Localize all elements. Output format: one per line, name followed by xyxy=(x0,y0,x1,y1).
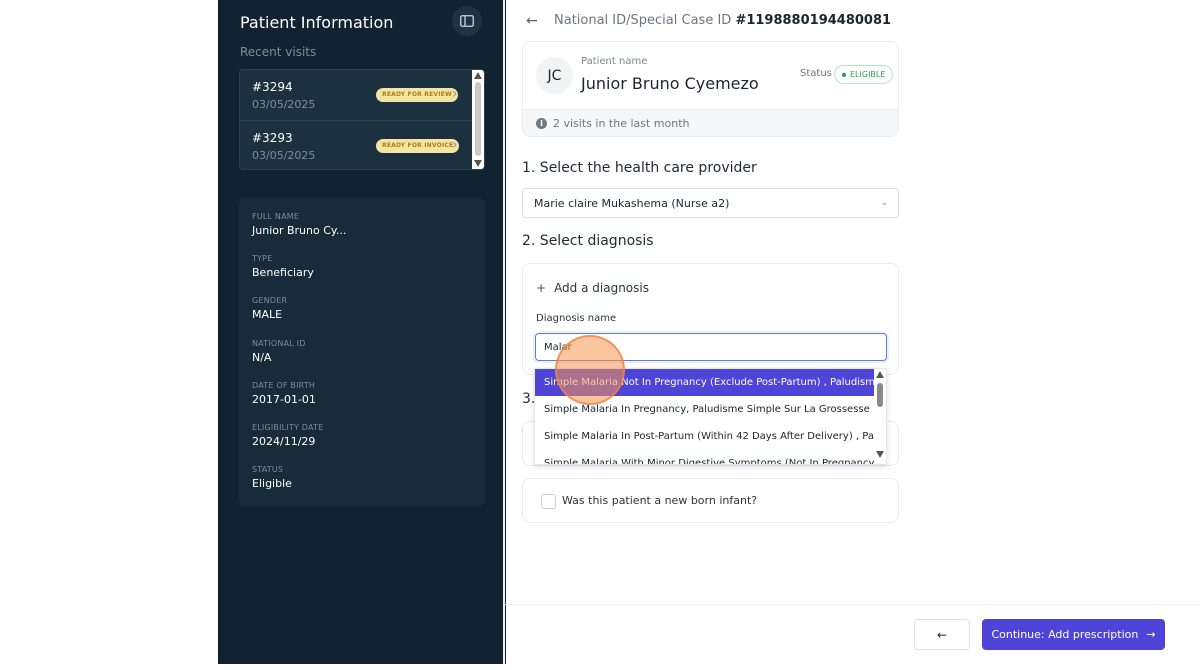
detail-value: Eligible xyxy=(252,477,292,490)
status-dot-icon xyxy=(842,72,846,77)
diagnosis-option[interactable]: Simple Malaria With Minor Digestive Symp… xyxy=(535,450,876,464)
detail-national-id: NATIONAL ID N/A xyxy=(252,339,306,364)
scroll-down-icon[interactable] xyxy=(474,160,482,167)
dropdown-scrollbar[interactable] xyxy=(874,369,886,464)
sidebar-panel-icon xyxy=(460,12,474,31)
continue-button[interactable]: Continue: Add prescription → xyxy=(982,619,1165,650)
visit-item[interactable]: #3294 03/05/2025 READY FOR REVIEW › xyxy=(240,70,472,120)
add-diagnosis-button[interactable]: + Add a diagnosis xyxy=(536,281,649,295)
diagnosis-option[interactable]: Simple Malaria Not In Pregnancy (Exclude… xyxy=(535,369,876,396)
detail-type: TYPE Beneficiary xyxy=(252,254,314,279)
visits-scrollbar[interactable] xyxy=(472,70,484,169)
scrollbar-thumb[interactable] xyxy=(475,82,481,156)
detail-value: N/A xyxy=(252,351,272,364)
diagnosis-option[interactable]: Simple Malaria In Post-Partum (Within 42… xyxy=(535,423,876,450)
sidebar-title: Patient Information xyxy=(240,13,394,32)
patient-card: JC Patient name Junior Bruno Cyemezo Sta… xyxy=(522,41,899,137)
diagnosis-option[interactable]: Simple Malaria In Pregnancy, Paludisme S… xyxy=(535,396,876,423)
detail-label: FULL NAME xyxy=(252,212,300,221)
visit-status-badge: READY FOR REVIEW xyxy=(376,88,458,102)
diagnosis-name-label: Diagnosis name xyxy=(536,313,617,324)
provider-select-value: Marie claire Mukashema (Nurse a2) xyxy=(534,197,730,210)
status-label: Status xyxy=(800,68,832,79)
detail-label: TYPE xyxy=(252,254,273,263)
visit-date: 03/05/2025 xyxy=(252,149,316,162)
scroll-up-icon[interactable] xyxy=(876,371,884,378)
chevron-right-icon: › xyxy=(452,86,458,102)
recent-visits-list: #3294 03/05/2025 READY FOR REVIEW › #329… xyxy=(239,69,485,170)
newborn-card: Was this patient a new born infant? xyxy=(522,478,899,523)
patient-info-sidebar: Patient Information Recent visits #3294 … xyxy=(218,0,506,664)
visit-number: #3293 xyxy=(252,131,293,145)
detail-label: STATUS xyxy=(252,465,284,474)
case-id-value: #1198880194480081 xyxy=(735,13,892,28)
detail-label: DATE OF BIRTH xyxy=(252,381,316,390)
patient-name: Junior Bruno Cyemezo xyxy=(581,74,759,93)
visit-number: #3294 xyxy=(252,80,293,94)
step-provider-title: 1. Select the health care provider xyxy=(522,160,757,176)
avatar: JC xyxy=(536,57,573,94)
arrow-left-icon: ← xyxy=(936,627,948,642)
sidebar-toggle-button[interactable] xyxy=(452,6,482,36)
back-arrow-icon[interactable]: ← xyxy=(526,13,538,29)
scroll-up-icon[interactable] xyxy=(474,72,482,79)
newborn-question: Was this patient a new born infant? xyxy=(562,494,758,507)
chevron-down-icon: ⌄ xyxy=(880,198,888,208)
case-id-label: National ID/Special Case ID xyxy=(554,13,732,28)
back-button[interactable]: ← xyxy=(914,619,970,650)
detail-label: NATIONAL ID xyxy=(252,339,306,348)
step-diagnosis-title: 2. Select diagnosis xyxy=(522,233,654,249)
visits-note: i 2 visits in the last month xyxy=(523,109,898,136)
arrow-right-icon: → xyxy=(1146,628,1156,641)
detail-gender: GENDER MALE xyxy=(252,296,287,321)
scrollbar-thumb[interactable] xyxy=(877,383,883,407)
detail-label: GENDER xyxy=(252,296,288,305)
footer-divider xyxy=(505,604,1200,605)
continue-label: Continue: Add prescription xyxy=(991,628,1139,641)
detail-value: 2024/11/29 xyxy=(252,435,316,448)
patient-name-label: Patient name xyxy=(581,56,648,67)
diagnosis-name-input[interactable] xyxy=(535,333,887,361)
case-id-heading: National ID/Special Case ID #11988801944… xyxy=(554,13,891,28)
visit-item[interactable]: #3293 03/05/2025 READY FOR INVOICE › xyxy=(240,120,472,169)
provider-select[interactable]: Marie claire Mukashema (Nurse a2) ⌄ xyxy=(522,188,899,218)
detail-value: Beneficiary xyxy=(252,266,314,279)
visits-note-text: 2 visits in the last month xyxy=(553,117,690,130)
detail-value: 2017-01-01 xyxy=(252,393,316,406)
plus-icon: + xyxy=(536,281,547,295)
visit-date: 03/05/2025 xyxy=(252,98,316,111)
detail-value: MALE xyxy=(252,308,283,321)
detail-value: Junior Bruno Cy... xyxy=(252,224,347,237)
app-window: Patient Information Recent visits #3294 … xyxy=(0,0,1200,670)
diagnosis-card: + Add a diagnosis Diagnosis name xyxy=(522,263,899,375)
panel-divider xyxy=(503,0,505,664)
recent-visits-label: Recent visits xyxy=(240,45,317,59)
patient-details-panel: FULL NAME Junior Bruno Cy... TYPE Benefi… xyxy=(239,198,485,506)
visit-status-badge: READY FOR INVOICE xyxy=(376,139,460,153)
chevron-right-icon: › xyxy=(452,137,458,153)
detail-date-of-birth: DATE OF BIRTH 2017-01-01 xyxy=(252,381,316,406)
detail-status: STATUS Eligible xyxy=(252,465,292,490)
scroll-down-icon[interactable] xyxy=(876,451,884,458)
diagnosis-suggestions-dropdown: Simple Malaria Not In Pregnancy (Exclude… xyxy=(534,368,887,465)
detail-full-name: FULL NAME Junior Bruno Cy... xyxy=(252,212,346,237)
status-badge-text: ELIGIBLE xyxy=(850,70,886,79)
info-icon: i xyxy=(536,118,547,129)
newborn-checkbox[interactable] xyxy=(541,494,556,509)
status-badge: ELIGIBLE xyxy=(834,65,894,84)
detail-label: ELIGIBILITY DATE xyxy=(252,423,324,432)
detail-eligibility-date: ELIGIBILITY DATE 2024/11/29 xyxy=(252,423,323,448)
add-diagnosis-label: Add a diagnosis xyxy=(554,281,649,295)
